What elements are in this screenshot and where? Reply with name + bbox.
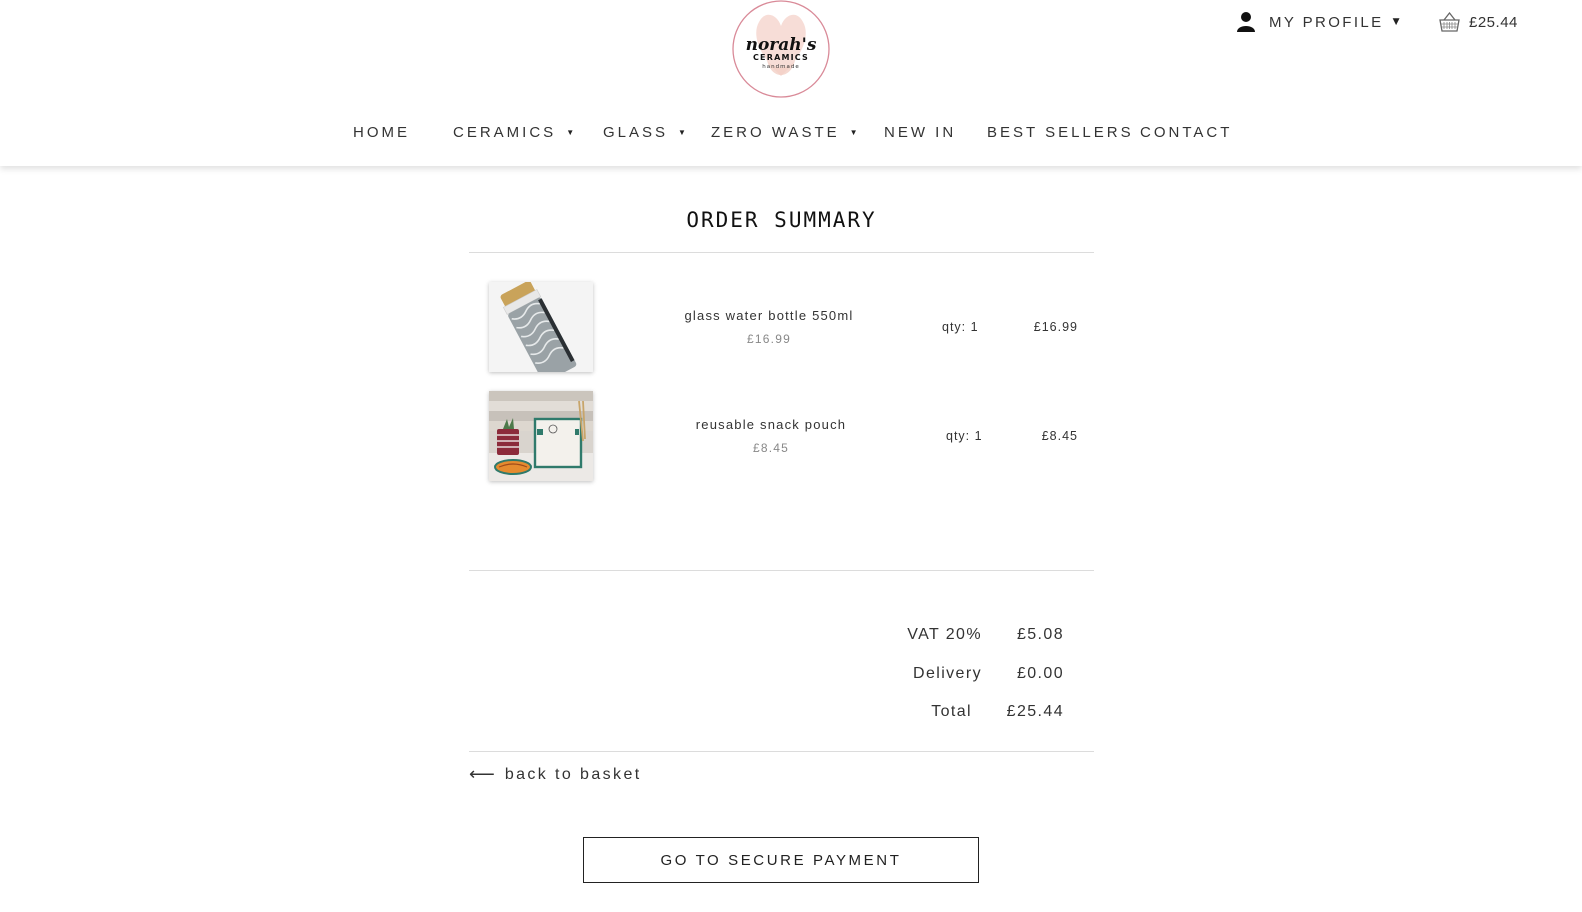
nav-home-label: HOME (353, 124, 410, 141)
nav-glass-label: GLASS (603, 124, 669, 141)
item-price: £16.99 (747, 332, 791, 346)
brand-logo[interactable]: norah's CERAMICS handmade (731, 0, 831, 98)
item-line-total: £8.45 (1041, 429, 1078, 443)
nav-glass[interactable]: GLASS ▼ (603, 124, 686, 141)
nav-zero-waste[interactable]: ZERO WASTE ▼ (711, 124, 858, 141)
item-name[interactable]: reusable snack pouch (661, 417, 881, 432)
back-to-basket-label: back to basket (504, 765, 642, 783)
basket-button[interactable]: £25.44 (1439, 10, 1518, 34)
secure-payment-label: GO TO SECURE PAYMENT (660, 851, 902, 869)
product-image-snack-pouch[interactable] (489, 391, 593, 481)
chevron-down-icon: ▼ (849, 128, 858, 137)
back-to-basket-link[interactable]: ⟵ back to basket (469, 764, 642, 785)
arrow-left-icon: ⟵ (469, 764, 495, 784)
site-header: norah's CERAMICS handmade MY PROFILE ▼ £… (0, 0, 1582, 166)
my-profile-label: MY PROFILE (1269, 13, 1384, 31)
divider (469, 751, 1094, 752)
total-value: £25.44 (1006, 703, 1064, 720)
chevron-down-icon: ▼ (566, 128, 575, 137)
item-price: £8.45 (752, 441, 790, 455)
nav-ceramics[interactable]: CERAMICS ▼ (453, 124, 574, 141)
chevron-down-icon: ▼ (1392, 17, 1400, 27)
svg-text:handmade: handmade (762, 64, 799, 70)
nav-contact[interactable]: CONTACT (1140, 124, 1232, 141)
vat-label: VAT 20% (907, 626, 982, 643)
basket-icon (1439, 12, 1460, 32)
nav-contact-label: CONTACT (1140, 124, 1233, 141)
svg-text:CERAMICS: CERAMICS (753, 53, 809, 62)
my-profile-menu[interactable]: MY PROFILE ▼ (1237, 8, 1400, 36)
user-icon (1237, 12, 1255, 32)
item-qty: qty: 1 (942, 320, 979, 334)
item-line-total: £16.99 (1033, 320, 1078, 334)
nav-best-sellers-label: BEST SELLERS (987, 124, 1134, 141)
total-label: Total (931, 703, 972, 720)
product-image-water-bottle[interactable] (489, 282, 593, 372)
vat-value: £5.08 (1016, 626, 1064, 643)
nav-new-in-label: NEW IN (884, 124, 957, 141)
page-title: ORDER SUMMARY (686, 208, 877, 232)
delivery-value: £0.00 (1016, 665, 1064, 682)
chevron-down-icon: ▼ (678, 128, 686, 137)
nav-zero-waste-label: ZERO WASTE (711, 124, 840, 141)
nav-home[interactable]: HOME (353, 124, 410, 141)
nav-new-in[interactable]: NEW IN (884, 124, 956, 141)
item-qty: qty: 1 (946, 429, 983, 443)
divider (469, 252, 1094, 253)
basket-total: £25.44 (1469, 13, 1518, 31)
nav-ceramics-label: CERAMICS (453, 124, 557, 141)
nav-best-sellers[interactable]: BEST SELLERS (987, 124, 1134, 141)
svg-text:norah's: norah's (746, 35, 817, 55)
divider (469, 570, 1094, 571)
main-nav: HOME CERAMICS ▼ GLASS ▼ ZERO WASTE ▼ NEW… (0, 124, 1582, 146)
delivery-label: Delivery (913, 665, 982, 682)
item-name[interactable]: glass water bottle 550ml (659, 308, 879, 323)
secure-payment-button[interactable]: GO TO SECURE PAYMENT (583, 837, 979, 883)
